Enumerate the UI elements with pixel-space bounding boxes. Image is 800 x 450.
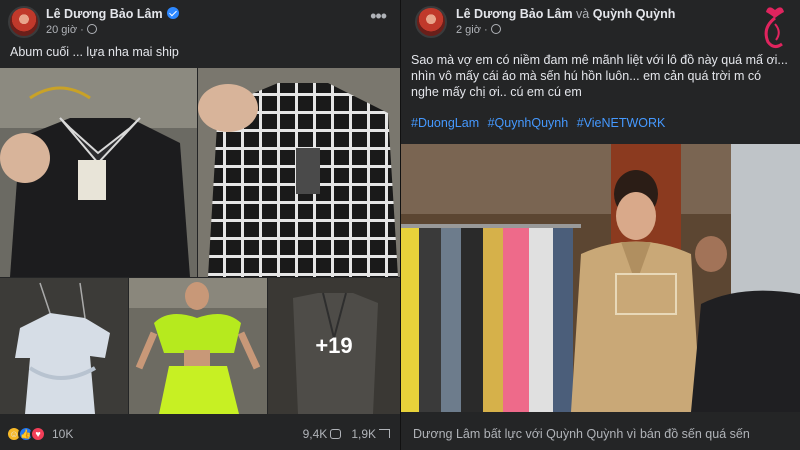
post-headline[interactable]: Dương Lâm bất lực với Quỳnh Quỳnh vì bán… [413, 427, 750, 441]
post-stats: 9,4K 1,9K [303, 427, 390, 441]
author-name[interactable]: Lê Dương Bảo Lâm [46, 7, 179, 21]
globe-icon [86, 24, 97, 34]
right-post: Lê Dương Bảo Lâm và Quỳnh Quỳnh 2 giờ · … [401, 0, 800, 450]
post-caption: Abum cuối ... lựa nha mai ship [10, 45, 179, 59]
hashtags: #DuongLam #QuynhQuynh #VieNETWORK [411, 116, 670, 130]
watermark-logo-icon [764, 7, 784, 49]
photo-shop-woman[interactable] [401, 144, 800, 412]
reaction-count[interactable]: 10K [52, 427, 73, 441]
verified-badge-icon [166, 7, 179, 19]
more-photos-overlay[interactable]: +19 [268, 278, 400, 414]
hashtag-link[interactable]: #VieNETWORK [577, 116, 666, 130]
share-count[interactable]: 1,9K [351, 427, 376, 441]
photo-black-shirt[interactable] [0, 68, 197, 277]
author-link[interactable]: Lê Dương Bảo Lâm [456, 7, 573, 21]
and-text: và [576, 7, 590, 21]
post-meta: 20 giờ · [46, 24, 97, 36]
post-header: Lê Dương Bảo Lâm 20 giờ · ••• [0, 0, 400, 40]
post-meta: 2 giờ · [456, 24, 501, 36]
comment-icon [330, 429, 342, 439]
author-link[interactable]: Lê Dương Bảo Lâm [46, 7, 163, 21]
photo-plaid-shirt[interactable] [198, 68, 400, 277]
avatar[interactable] [415, 6, 447, 38]
reactions[interactable]: ☺ 👍 ♥ 10K [6, 424, 73, 444]
love-reaction-icon: ♥ [30, 426, 46, 442]
comment-count[interactable]: 9,4K [303, 427, 328, 441]
timestamp[interactable]: 20 giờ · [46, 24, 84, 36]
more-options-icon[interactable]: ••• [370, 6, 387, 27]
avatar[interactable] [8, 6, 40, 38]
share-icon [379, 429, 390, 438]
hashtag-link[interactable]: #QuynhQuynh [488, 116, 569, 130]
photo-white-dress[interactable] [0, 278, 128, 414]
post-header: Lê Dương Bảo Lâm và Quỳnh Quỳnh 2 giờ · [401, 0, 800, 49]
globe-icon [490, 24, 501, 34]
coauthor-link[interactable]: Quỳnh Quỳnh [593, 7, 676, 21]
photo-grey-dress[interactable]: +19 [268, 278, 400, 414]
photo-lime-outfit[interactable] [129, 278, 267, 414]
timestamp[interactable]: 2 giờ · [456, 24, 488, 36]
post-caption: Sao mà vợ em có niềm đam mê mãnh liệt vớ… [411, 53, 788, 99]
author-names: Lê Dương Bảo Lâm và Quỳnh Quỳnh [456, 7, 675, 21]
left-post: Lê Dương Bảo Lâm 20 giờ · ••• Abum cuối … [0, 0, 400, 450]
hashtag-link[interactable]: #DuongLam [411, 116, 479, 130]
